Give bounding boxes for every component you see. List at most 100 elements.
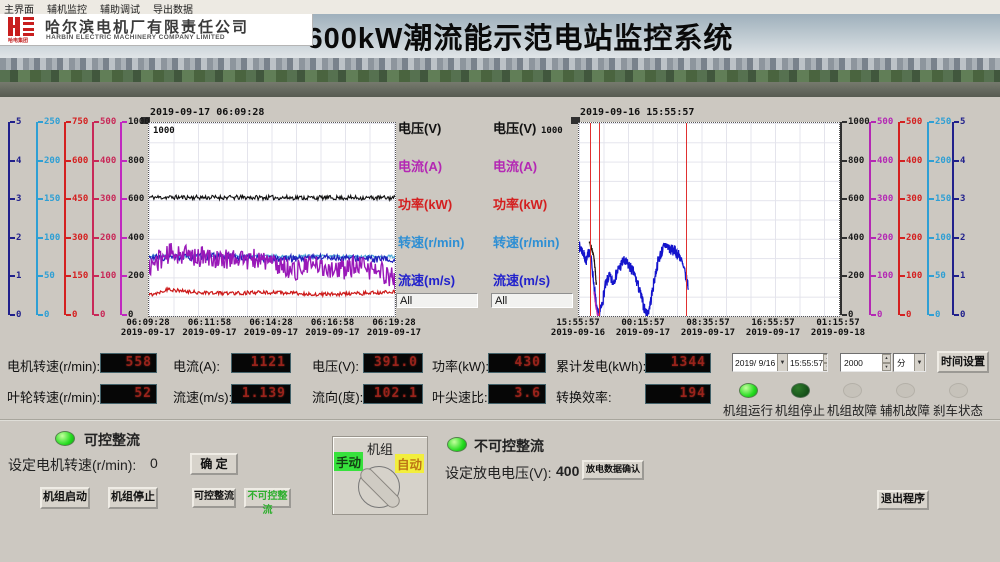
axis-tick-label: 300 (100, 195, 116, 204)
power-display: 430 (488, 353, 546, 373)
axis-tick-label: 300 (906, 195, 922, 204)
axis-tick-label: 200 (935, 157, 951, 166)
legend-current: 电流(A) (493, 156, 537, 175)
axis-tick-label: 0 (935, 311, 940, 320)
time-spinner[interactable]: ▲▼ (823, 354, 828, 371)
axis-tick-label: 1 (16, 272, 21, 281)
interval-value: 2000 (841, 358, 882, 368)
legend-flow-speed: 流速(m/s) (398, 270, 455, 289)
interval-unit-dropdown-icon[interactable]: ▼ (914, 353, 925, 372)
mode-switch-knob[interactable] (358, 466, 400, 508)
axis-tick (94, 160, 99, 162)
y-axis-0-3: 5004003002001000 (92, 122, 119, 315)
axis-tick (122, 314, 127, 316)
axis-tick-label: 150 (44, 195, 60, 204)
interval-spinbox[interactable]: 2000 ▲▼ (840, 353, 892, 372)
datetime-picker[interactable]: 2019/ 9/16 ▼ 15:55:57 ▲▼ (732, 353, 828, 372)
axis-tick (122, 160, 127, 162)
led-unit-fault (843, 383, 862, 398)
axis-tick (38, 237, 43, 239)
axis-line (952, 122, 954, 315)
axis-tick (871, 275, 876, 277)
set-discharge-value[interactable]: 400 (556, 463, 579, 479)
axis-tick (10, 198, 15, 200)
controlled-rectify-led (55, 431, 75, 446)
left-history-chart: 2019-09-17 06:09:28100054321025020015010… (6, 105, 488, 343)
axis-tick (38, 198, 43, 200)
axis-tick (929, 275, 934, 277)
axis-line (8, 122, 10, 315)
axis-tick-label: 3 (960, 195, 965, 204)
axis-tick (871, 237, 876, 239)
time-set-button[interactable]: 时间设置 (937, 351, 989, 373)
axis-tick (954, 275, 959, 277)
interval-unit-combo[interactable]: 分 ▼ (893, 353, 926, 372)
axis-tick-label: 0 (16, 311, 21, 320)
controlled-rectify-button[interactable]: 可控整流 (192, 488, 236, 508)
axis-tick (38, 314, 43, 316)
uncontrolled-rectify-led (447, 437, 467, 452)
led-brake-status-label: 刹车状态 (931, 400, 985, 419)
led-aux-fault (896, 383, 915, 398)
legend-all-selector[interactable]: All (491, 293, 573, 308)
date-value: 2019/ 9/16 (733, 358, 777, 368)
legend-power: 功率(kW) (493, 194, 547, 213)
current-label: 电流(A): (173, 356, 220, 375)
axis-tick-label: 100 (935, 234, 951, 243)
total-energy-label: 累计发电(kWh): (556, 356, 646, 375)
axis-tick-label: 600 (72, 157, 88, 166)
legend-rpm: 转速(r/min) (398, 232, 464, 251)
discharge-confirm-button[interactable]: 放电数据确认 (582, 460, 644, 480)
uncontrolled-rectify-button[interactable]: 不可控整流 (244, 488, 291, 508)
series-电流 (149, 243, 395, 289)
axis-tick (954, 198, 959, 200)
axis-tick (871, 198, 876, 200)
controlled-rectify-led-label: 可控整流 (84, 430, 140, 450)
x-axis-label: 01:15:572019-09-18 (792, 318, 884, 338)
axis-tick (94, 198, 99, 200)
axis-tick-label: 150 (72, 272, 88, 281)
axis-line (36, 122, 38, 315)
axis-tick-label: 100 (44, 234, 60, 243)
axis-tick-label: 400 (100, 157, 116, 166)
unit-stop-button[interactable]: 机组停止 (108, 487, 158, 509)
total-energy-display: 1344 (645, 353, 711, 373)
axis-tick-label: 500 (877, 118, 893, 127)
interval-spinner[interactable]: ▲▼ (882, 354, 891, 371)
axis-tick-label: 200 (100, 234, 116, 243)
time-value: 15:55:57 (788, 358, 823, 368)
axis-tick (66, 237, 71, 239)
exit-program-button[interactable]: 退出程序 (877, 490, 929, 510)
chart-cursor-0[interactable] (590, 123, 591, 316)
chart-cursor-2[interactable] (686, 123, 687, 316)
motor-speed-display: 558 (100, 353, 157, 373)
voltage-display: 391.0 (363, 353, 423, 373)
axis-tick-label: 100 (877, 272, 893, 281)
axis-tick (38, 121, 43, 123)
chart-cursor-1[interactable] (599, 123, 600, 316)
conversion-efficiency-label: 转换效率: (556, 387, 612, 406)
axis-tick-label: 4 (16, 157, 21, 166)
axis-tick (38, 275, 43, 277)
axis-tick-label: 750 (72, 118, 88, 127)
conversion-efficiency-display: 194 (645, 384, 711, 404)
logo-caption: 哈电集团 (8, 37, 28, 44)
unit-start-button[interactable]: 机组启动 (40, 487, 90, 509)
axis-tick (929, 160, 934, 162)
set-motor-speed-label: 设定电机转速(r/min): (8, 455, 136, 475)
axis-tick (66, 160, 71, 162)
axis-line (869, 122, 871, 315)
flow-speed-label: 流速(m/s): (173, 387, 232, 406)
set-motor-speed-value[interactable]: 0 (150, 455, 158, 471)
confirm-button[interactable]: 确 定 (190, 453, 238, 475)
axis-tick-label: 300 (72, 234, 88, 243)
axis-tick (954, 237, 959, 239)
y-axis-1-3: 250200150100500 (927, 122, 954, 315)
axis-tick-label: 0 (906, 311, 911, 320)
axis-tick-label: 600 (128, 195, 144, 204)
date-dropdown-icon[interactable]: ▼ (777, 353, 788, 372)
chart-series-canvas (579, 123, 839, 316)
chart-plot-area (578, 122, 840, 317)
legend-all-selector[interactable]: All (396, 293, 478, 308)
x-axis-label: 06:19:282019-09-17 (348, 318, 440, 338)
